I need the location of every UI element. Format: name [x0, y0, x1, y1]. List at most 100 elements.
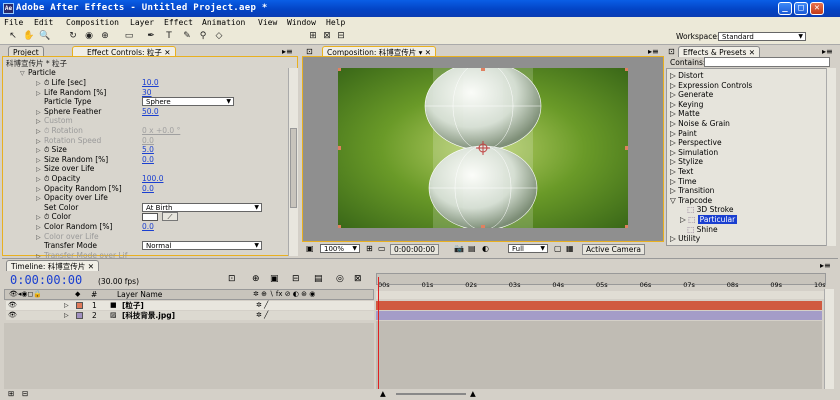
region-of-interest-icon[interactable]: ▢: [554, 244, 562, 253]
property-value[interactable]: 50.0: [142, 107, 159, 117]
eye-icon[interactable]: 👁: [8, 311, 17, 320]
zoom-out-icon[interactable]: ▲: [380, 389, 386, 398]
layer-2-duration-bar[interactable]: [376, 311, 822, 320]
property-row[interactable]: Particle Type Sphere: [36, 97, 286, 107]
menu-composition[interactable]: Composition: [66, 18, 119, 27]
stopwatch-icon[interactable]: ⏱: [44, 146, 49, 154]
live-update-icon[interactable]: ⊕: [252, 274, 260, 284]
menu-help[interactable]: Help: [326, 18, 345, 27]
property-dropdown[interactable]: At Birth: [142, 202, 262, 212]
text-tool-icon[interactable]: T: [162, 30, 176, 43]
minimize-icon[interactable]: _: [778, 2, 792, 15]
camera-tool-icon[interactable]: ◉: [82, 30, 96, 43]
expand-icon[interactable]: ▷: [64, 311, 69, 320]
safe-zones-icon[interactable]: ⊞: [366, 244, 373, 253]
close-icon[interactable]: ✕: [810, 2, 824, 15]
layer-name-header[interactable]: Layer Name: [117, 290, 162, 299]
local-axis-icon[interactable]: ⊞: [306, 30, 320, 43]
property-row[interactable]: ▷ Opacity over Life: [36, 193, 286, 203]
channel-icon[interactable]: ◐: [482, 244, 489, 253]
property-row[interactable]: ▷ ⏱ Size 5.0: [36, 145, 286, 155]
timeline-zoom-slider[interactable]: [396, 393, 466, 395]
property-row[interactable]: ▷ Life Random [%] 30: [36, 88, 286, 98]
layer-1-duration-bar[interactable]: [376, 301, 822, 310]
property-value[interactable]: 10.0: [142, 78, 159, 88]
property-dropdown[interactable]: Sphere: [142, 97, 234, 107]
property-value[interactable]: 100.0: [142, 174, 163, 184]
effect-category[interactable]: ▷ Transition: [670, 186, 714, 196]
property-row[interactable]: ▷ Rotation Speed 0.0: [36, 136, 286, 146]
eyedropper-icon[interactable]: ⟋: [162, 212, 178, 222]
always-preview-icon[interactable]: ▣: [306, 244, 314, 253]
selection-tool-icon[interactable]: ↖: [6, 30, 20, 43]
property-row[interactable]: ▷ ⏱ Life [sec] 10.0: [36, 78, 286, 88]
property-row[interactable]: Transfer Mode Normal: [36, 241, 286, 251]
layer-switches[interactable]: ✲ ╱: [256, 301, 268, 310]
mask-view-icon[interactable]: ▭: [378, 244, 386, 253]
property-value[interactable]: 0.0: [142, 155, 154, 165]
property-row[interactable]: ▷ Size over Life: [36, 164, 286, 174]
pan-behind-tool-icon[interactable]: ⊕: [98, 30, 112, 43]
comp-mini-flowchart-icon[interactable]: ⊡: [228, 274, 236, 284]
property-value[interactable]: 0.0: [142, 222, 154, 232]
property-value[interactable]: 0.0: [142, 184, 154, 194]
effect-category[interactable]: ▷ Expression Controls: [670, 81, 752, 91]
layer-switches[interactable]: ✲ ╱: [256, 311, 268, 320]
effect-category[interactable]: ▷ Noise & Grain: [670, 119, 730, 129]
toggle-switches-icon[interactable]: ⊞: [8, 389, 14, 398]
zoom-dropdown[interactable]: 100%: [320, 244, 360, 253]
zoom-tool-icon[interactable]: 🔍: [38, 30, 52, 43]
stopwatch-icon[interactable]: ⏱: [44, 79, 49, 87]
tab-effects-presets[interactable]: Effects & Presets ✕: [678, 46, 761, 57]
property-row[interactable]: ▷ Custom: [36, 116, 286, 126]
property-row[interactable]: ▷ Sphere Feather 50.0: [36, 107, 286, 117]
menu-window[interactable]: Window: [287, 18, 316, 27]
property-row[interactable]: ▷ Color over Life: [36, 232, 286, 242]
lock-icon[interactable]: ⊡: [668, 47, 675, 56]
property-row[interactable]: ▷ ⏱ Color ⟋: [36, 212, 286, 222]
maximize-icon[interactable]: □: [794, 2, 808, 15]
timeline-timecode[interactable]: 0:00:00:00: [10, 273, 82, 287]
panel-menu-icon[interactable]: ▸≡: [648, 47, 659, 56]
color-swatch[interactable]: [142, 213, 158, 222]
motion-blur-icon[interactable]: ◎: [336, 274, 344, 284]
show-snapshot-icon[interactable]: ▤: [468, 244, 476, 253]
effect-category[interactable]: ▷ Generate: [670, 90, 713, 100]
menu-file[interactable]: File: [4, 18, 23, 27]
draft-3d-icon[interactable]: ▣: [270, 274, 279, 284]
effect-category[interactable]: ▷ Perspective: [670, 138, 722, 148]
effect-item[interactable]: ⬚ Shine: [680, 225, 717, 235]
workspace-dropdown[interactable]: Standard: [718, 32, 806, 41]
property-value[interactable]: 0 x +0.0 °: [142, 126, 180, 136]
zoom-in-icon[interactable]: ▲: [470, 389, 476, 398]
menu-edit[interactable]: Edit: [34, 18, 53, 27]
effect-item[interactable]: ⬚ 3D Stroke: [680, 205, 733, 215]
effect-category[interactable]: ▷ Time: [670, 177, 697, 187]
toggle-modes-icon[interactable]: ⊟: [22, 389, 28, 398]
property-value[interactable]: 5.0: [142, 145, 154, 155]
property-dropdown[interactable]: Normal: [142, 241, 262, 251]
effect-category[interactable]: ▷ Stylize: [670, 157, 703, 167]
menu-effect[interactable]: Effect: [164, 18, 193, 27]
snapshot-icon[interactable]: 📷: [454, 244, 464, 253]
menu-view[interactable]: View: [258, 18, 277, 27]
layer-name[interactable]: [粒子]: [122, 301, 144, 310]
layer-name[interactable]: [科技背景.jpg]: [122, 311, 175, 320]
comp-viewer[interactable]: [338, 68, 628, 228]
stopwatch-icon[interactable]: ⏱: [44, 213, 49, 221]
properties-scrollbar[interactable]: [288, 68, 298, 256]
clone-stamp-tool-icon[interactable]: ⚲: [196, 30, 210, 43]
brush-tool-icon[interactable]: ✎: [180, 30, 194, 43]
layer-row[interactable]: 👁 ▷ 2 ▨ [科技背景.jpg] ✲ ╱: [6, 311, 374, 320]
tab-timeline[interactable]: Timeline: 科博宣传片 ✕: [6, 260, 99, 271]
mask-tool-icon[interactable]: ▭: [122, 30, 136, 43]
effects-scrollbar[interactable]: [826, 68, 836, 246]
stopwatch-icon[interactable]: ⏱: [44, 127, 49, 135]
effect-category[interactable]: ▷ Distort: [670, 71, 703, 81]
effect-category[interactable]: ▷ Matte: [670, 109, 700, 119]
world-axis-icon[interactable]: ⊠: [320, 30, 334, 43]
property-row[interactable]: ▷ ⏱ Rotation 0 x +0.0 °: [36, 126, 286, 136]
view-axis-icon[interactable]: ⊟: [334, 30, 348, 43]
camera-view-dropdown[interactable]: Active Camera: [582, 244, 646, 255]
effect-category[interactable]: ▷ Keying: [670, 100, 703, 110]
